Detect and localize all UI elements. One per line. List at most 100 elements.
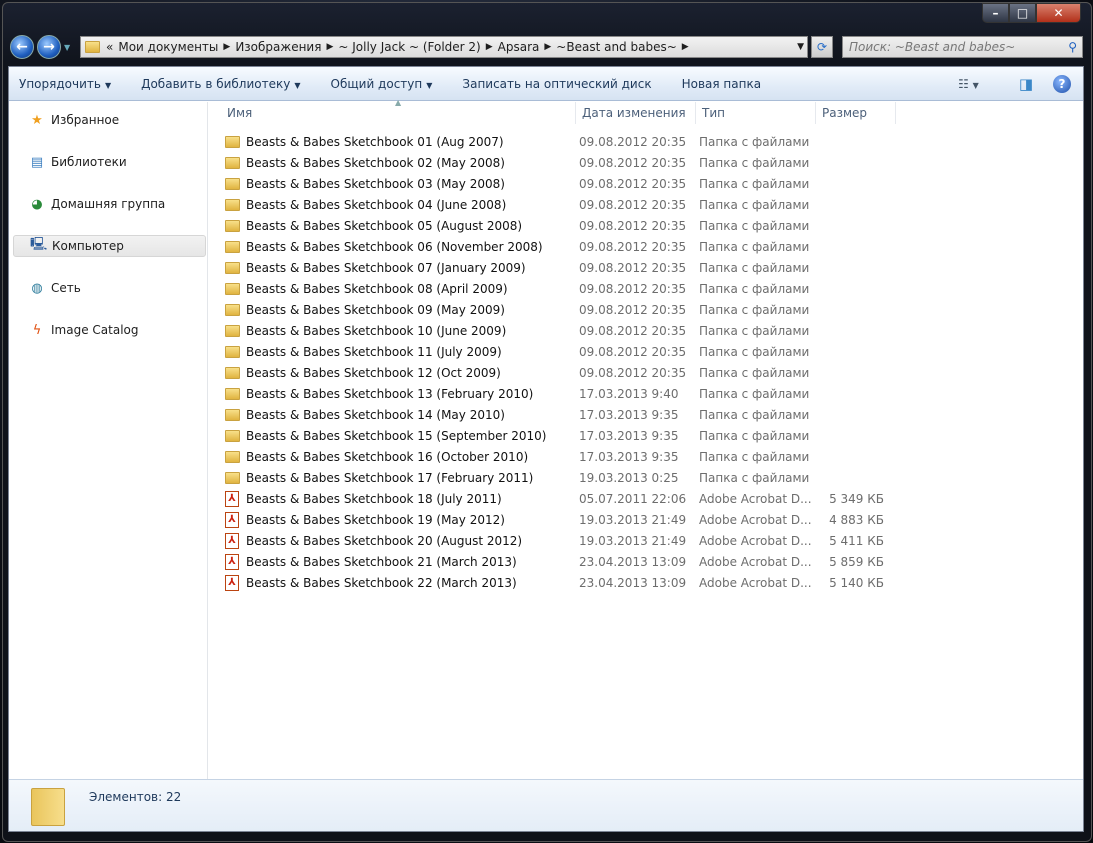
refresh-button[interactable]: ⟳ bbox=[811, 36, 833, 58]
breadcrumb-arrow-icon[interactable]: ▶ bbox=[544, 42, 551, 52]
column-header-type[interactable]: Тип bbox=[696, 102, 816, 124]
add-to-library-label: Добавить в библиотеку bbox=[141, 76, 291, 91]
file-name-cell: Beasts & Babes Sketchbook 01 (Aug 2007) bbox=[225, 135, 579, 149]
file-date: 09.08.2012 20:35 bbox=[579, 281, 687, 296]
folder-icon bbox=[31, 788, 65, 826]
file-row[interactable]: ⅄ Beasts & Babes Sketchbook 19 (May 2012)… bbox=[225, 509, 905, 530]
file-name: Beasts & Babes Sketchbook 17 (February 2… bbox=[246, 470, 534, 485]
breadcrumb-segment[interactable]: Apsara bbox=[498, 40, 540, 54]
file-name-cell: Beasts & Babes Sketchbook 06 (November 2… bbox=[225, 240, 579, 254]
breadcrumb-segment[interactable]: Изображения bbox=[235, 40, 321, 54]
maximize-button[interactable]: □ bbox=[1009, 3, 1036, 23]
file-date: 19.03.2013 21:49 bbox=[579, 512, 687, 527]
file-row[interactable]: Beasts & Babes Sketchbook 16 (October 20… bbox=[225, 446, 905, 467]
file-date: 09.08.2012 20:35 bbox=[579, 344, 687, 359]
breadcrumb-arrow-icon[interactable]: ▶ bbox=[486, 42, 493, 52]
sidebar-item-libraries[interactable]: ▤ Библиотеки bbox=[13, 151, 206, 173]
file-row[interactable]: Beasts & Babes Sketchbook 14 (May 2010) … bbox=[225, 404, 905, 425]
address-overflow[interactable]: « bbox=[106, 40, 113, 54]
breadcrumb-arrow-icon[interactable]: ▶ bbox=[326, 42, 333, 52]
navigation-buttons: ← → ▼ bbox=[10, 35, 70, 59]
sidebar-item-favorites[interactable]: ★ Избранное bbox=[13, 109, 206, 131]
file-row[interactable]: Beasts & Babes Sketchbook 10 (June 2009)… bbox=[225, 320, 905, 341]
file-row[interactable]: ⅄ Beasts & Babes Sketchbook 21 (March 201… bbox=[225, 551, 905, 572]
minimize-button[interactable]: – bbox=[982, 3, 1009, 23]
file-row[interactable]: Beasts & Babes Sketchbook 08 (April 2009… bbox=[225, 278, 905, 299]
folder-icon bbox=[225, 387, 240, 400]
file-row[interactable]: ⅄ Beasts & Babes Sketchbook 20 (August 20… bbox=[225, 530, 905, 551]
file-date: 23.04.2013 13:09 bbox=[579, 554, 687, 569]
breadcrumb-segment[interactable]: Мои документы bbox=[118, 40, 218, 54]
file-name: Beasts & Babes Sketchbook 22 (March 2013… bbox=[246, 575, 517, 590]
help-icon[interactable]: ? bbox=[1053, 75, 1071, 93]
organize-button[interactable]: Упорядочить ▼ bbox=[19, 77, 111, 91]
share-button[interactable]: Общий доступ ▼ bbox=[331, 77, 433, 91]
file-name: Beasts & Babes Sketchbook 11 (July 2009) bbox=[246, 344, 502, 359]
file-name: Beasts & Babes Sketchbook 12 (Oct 2009) bbox=[246, 365, 501, 380]
sidebar-item-image-catalog[interactable]: ϟ Image Catalog bbox=[13, 319, 206, 341]
sidebar-item-homegroup[interactable]: ◕ Домашняя группа bbox=[13, 193, 206, 215]
file-type: Папка с файлами bbox=[699, 365, 810, 380]
address-dropdown-icon[interactable]: ▼ bbox=[797, 42, 804, 52]
file-row[interactable]: Beasts & Babes Sketchbook 11 (July 2009)… bbox=[225, 341, 905, 362]
search-input[interactable]: Поиск: ~Beast and babes~ ⚲ bbox=[842, 36, 1083, 58]
folder-icon bbox=[225, 261, 240, 274]
forward-button[interactable]: → bbox=[37, 35, 61, 59]
file-date: 09.08.2012 20:35 bbox=[579, 155, 687, 170]
sidebar-item-computer[interactable]: 🖳 Компьютер bbox=[13, 235, 206, 257]
star-icon: ★ bbox=[31, 112, 43, 128]
file-row[interactable]: Beasts & Babes Sketchbook 05 (August 200… bbox=[225, 215, 905, 236]
file-name-cell: Beasts & Babes Sketchbook 14 (May 2010) bbox=[225, 408, 579, 422]
preview-pane-icon[interactable]: ◨ bbox=[1019, 75, 1033, 93]
search-icon[interactable]: ⚲ bbox=[1068, 40, 1077, 54]
file-row[interactable]: Beasts & Babes Sketchbook 03 (May 2008) … bbox=[225, 173, 905, 194]
folder-icon bbox=[225, 345, 240, 358]
file-row[interactable]: Beasts & Babes Sketchbook 07 (January 20… bbox=[225, 257, 905, 278]
file-row[interactable]: Beasts & Babes Sketchbook 15 (September … bbox=[225, 425, 905, 446]
file-name-cell: Beasts & Babes Sketchbook 17 (February 2… bbox=[225, 471, 579, 485]
add-to-library-button[interactable]: Добавить в библиотеку ▼ bbox=[141, 77, 300, 91]
burn-disc-button[interactable]: Записать на оптический диск bbox=[462, 77, 651, 91]
file-row[interactable]: Beasts & Babes Sketchbook 02 (May 2008) … bbox=[225, 152, 905, 173]
breadcrumb-segment[interactable]: ~Beast and babes~ bbox=[556, 40, 676, 54]
column-header-name[interactable]: Имя bbox=[221, 102, 576, 124]
file-date: 19.03.2013 0:25 bbox=[579, 470, 679, 485]
item-count: Элементов: 22 bbox=[89, 790, 182, 804]
file-type: Adobe Acrobat D... bbox=[699, 533, 812, 548]
sidebar-item-label: Избранное bbox=[51, 113, 120, 127]
folder-icon bbox=[85, 41, 100, 53]
recent-pages-dropdown[interactable]: ▼ bbox=[64, 43, 70, 52]
address-bar[interactable]: « Мои документы ▶ Изображения ▶ ~ Jolly Ja… bbox=[80, 36, 808, 58]
folder-icon bbox=[225, 135, 240, 148]
new-folder-button[interactable]: Новая папка bbox=[682, 77, 761, 91]
file-name-cell: Beasts & Babes Sketchbook 12 (Oct 2009) bbox=[225, 366, 579, 380]
close-button[interactable]: ✕ bbox=[1036, 3, 1081, 23]
file-row[interactable]: Beasts & Babes Sketchbook 06 (November 2… bbox=[225, 236, 905, 257]
breadcrumb-segment[interactable]: ~ Jolly Jack ~ (Folder 2) bbox=[338, 40, 480, 54]
sidebar-item-label: Компьютер bbox=[52, 239, 124, 253]
file-type: Папка с файлами bbox=[699, 134, 810, 149]
homegroup-icon: ◕ bbox=[31, 196, 43, 212]
file-row[interactable]: Beasts & Babes Sketchbook 01 (Aug 2007) … bbox=[225, 131, 905, 152]
file-row[interactable]: Beasts & Babes Sketchbook 04 (June 2008)… bbox=[225, 194, 905, 215]
back-button[interactable]: ← bbox=[10, 35, 34, 59]
breadcrumb-arrow-icon[interactable]: ▶ bbox=[223, 42, 230, 52]
column-header-size[interactable]: Размер bbox=[816, 102, 896, 124]
file-row[interactable]: Beasts & Babes Sketchbook 09 (May 2009) … bbox=[225, 299, 905, 320]
file-type: Папка с файлами bbox=[699, 155, 810, 170]
file-row[interactable]: Beasts & Babes Sketchbook 13 (February 2… bbox=[225, 383, 905, 404]
file-row[interactable]: ⅄ Beasts & Babes Sketchbook 22 (March 201… bbox=[225, 572, 905, 593]
file-date: 17.03.2013 9:40 bbox=[579, 386, 679, 401]
file-name-cell: ⅄ Beasts & Babes Sketchbook 22 (March 201… bbox=[225, 574, 579, 591]
file-row[interactable]: Beasts & Babes Sketchbook 12 (Oct 2009) … bbox=[225, 362, 905, 383]
explorer-content: Упорядочить ▼ Добавить в библиотеку ▼ Общи… bbox=[8, 66, 1084, 832]
view-options-icon[interactable]: ☷ ▼ bbox=[958, 77, 999, 91]
sidebar-item-network[interactable]: ◍ Сеть bbox=[13, 277, 206, 299]
file-row[interactable]: Beasts & Babes Sketchbook 17 (February 2… bbox=[225, 467, 905, 488]
file-row[interactable]: ⅄ Beasts & Babes Sketchbook 18 (July 2011… bbox=[225, 488, 905, 509]
file-name-cell: Beasts & Babes Sketchbook 10 (June 2009) bbox=[225, 324, 579, 338]
lightning-icon: ϟ bbox=[32, 322, 42, 338]
column-header-date[interactable]: Дата изменения bbox=[576, 102, 696, 124]
breadcrumb-arrow-icon[interactable]: ▶ bbox=[682, 42, 689, 52]
file-type: Папка с файлами bbox=[699, 386, 810, 401]
